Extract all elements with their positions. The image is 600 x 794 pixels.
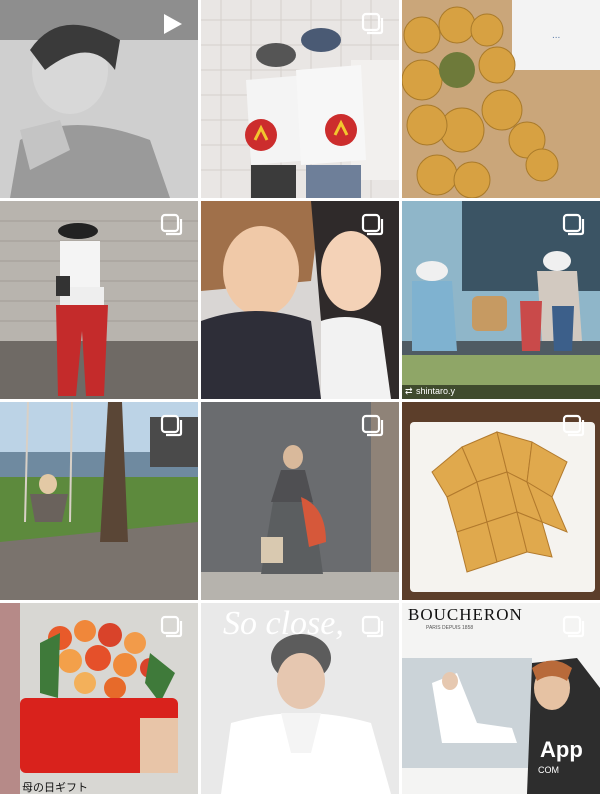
brand-logo: BOUCHERON [408, 605, 523, 624]
repost-tag: ⇄ shintaro.y [402, 385, 600, 399]
multiple-photos-icon [562, 414, 585, 437]
multiple-photos-icon [160, 615, 183, 638]
multiple-photos-icon [361, 615, 384, 638]
post-tile-9[interactable] [402, 402, 600, 600]
multiple-photos-icon [361, 12, 384, 35]
post-grid: ... ⇄ shintaro.y 母の日ギフト So close, BOUCHE… [0, 0, 600, 794]
post-tile-4[interactable] [0, 201, 198, 399]
repost-username: shintaro.y [416, 386, 456, 396]
post-tile-10[interactable]: 母の日ギフト [0, 603, 198, 794]
multiple-photos-icon [361, 213, 384, 236]
note-text: ... [552, 30, 561, 41]
post-tile-2[interactable] [201, 0, 399, 198]
post-tile-3[interactable]: ... [402, 0, 600, 198]
play-icon [164, 14, 182, 34]
post-tile-7[interactable] [0, 402, 198, 600]
post-tile-8[interactable] [201, 402, 399, 600]
post-tile-5[interactable] [201, 201, 399, 399]
gift-caption: 母の日ギフト [22, 782, 88, 794]
repost-icon: ⇄ [405, 386, 413, 396]
multiple-photos-icon [562, 615, 585, 638]
magazine-headline: So close, [223, 605, 344, 642]
post-tile-11[interactable]: So close, [201, 603, 399, 794]
post-image-onions-box [402, 0, 600, 198]
post-tile-12[interactable]: BOUCHERON PARIS DEPUIS 1858 App COM [402, 603, 600, 794]
watermark-app: App [540, 737, 583, 762]
post-tile-1[interactable] [0, 0, 198, 198]
brand-subtitle: PARIS DEPUIS 1858 [426, 625, 474, 631]
watermark-sub: COM [538, 765, 559, 775]
multiple-photos-icon [160, 213, 183, 236]
multiple-photos-icon [160, 414, 183, 437]
multiple-photos-icon [361, 414, 384, 437]
post-tile-6[interactable]: ⇄ shintaro.y [402, 201, 600, 399]
multiple-photos-icon [562, 213, 585, 236]
